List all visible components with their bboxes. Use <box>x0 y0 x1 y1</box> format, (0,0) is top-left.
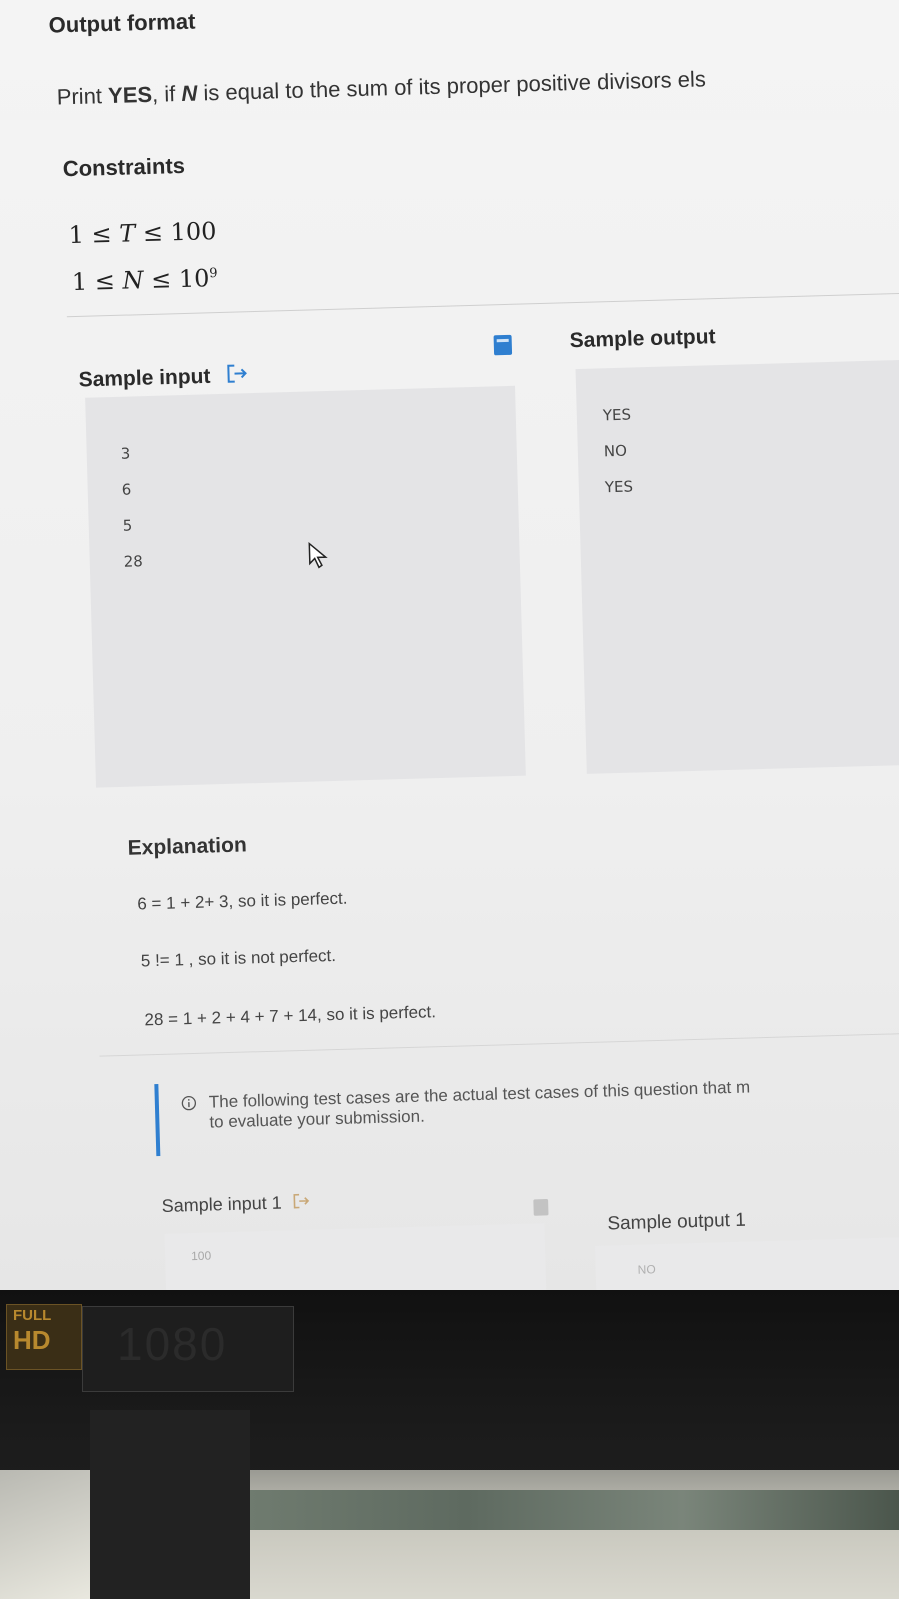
explanation-line-1: 6 = 1 + 2+ 3, so it is perfect. <box>137 888 348 914</box>
explanation-line-2: 5 != 1 , so it is not perfect. <box>140 945 337 971</box>
sample-output-line-2: NO <box>603 441 628 461</box>
constraint-t-right: ≤ 100 <box>134 217 217 248</box>
output-format-text: Print YES, if N is equal to the sum of i… <box>56 66 706 110</box>
sample-input-line-4: 28 <box>123 552 144 571</box>
badge-hd-text: HD <box>13 1325 51 1355</box>
sample-input-line-3: 5 <box>122 516 133 535</box>
info-icon <box>181 1095 198 1116</box>
sample-input-line-2: 6 <box>121 480 132 499</box>
problem-page: Output format Print YES, if N is equal t… <box>0 0 899 1300</box>
resolution-plate: 1080 <box>82 1306 294 1392</box>
sample-output-line-3: YES <box>604 477 634 497</box>
sample-input-title-text: Sample input <box>78 364 211 392</box>
output-format-middle: , if <box>151 80 182 107</box>
output-format-suffix: is equal to the sum of its proper positi… <box>196 66 707 106</box>
sample-output-1-value: NO <box>637 1262 656 1277</box>
constraint-t: 1 ≤ T ≤ 100 <box>68 217 217 249</box>
explanation-heading: Explanation <box>127 833 248 860</box>
constraint-n-var: N <box>122 266 144 295</box>
sample-input-1-value: 100 <box>190 1248 212 1264</box>
notice-accent-bar <box>154 1084 161 1157</box>
constraint-t-left: 1 ≤ <box>68 219 120 250</box>
keyboard-edge <box>250 1490 899 1530</box>
sample-input-1-box: 100 <box>164 1223 547 1300</box>
notice-text: The following test cases are the actual … <box>209 1077 751 1132</box>
export-icon[interactable] <box>226 363 249 390</box>
constraint-n: 1 ≤ N ≤ 109 <box>72 264 219 296</box>
desk-left <box>0 1470 90 1599</box>
constraints-heading: Constraints <box>62 152 186 182</box>
badge-full-text: FULL <box>13 1307 52 1324</box>
sample-input-line-1: 3 <box>120 444 131 463</box>
copy-icon[interactable] <box>532 1197 551 1222</box>
output-format-heading: Output format <box>48 8 196 38</box>
constraint-n-exp: 9 <box>209 266 218 282</box>
sample-output-line-1: YES <box>602 405 632 425</box>
monitor-stand-front <box>90 1410 250 1599</box>
output-format-prefix: Print <box>56 83 109 110</box>
full-hd-logo: FULL HD <box>6 1304 82 1370</box>
explanation-line-3: 28 = 1 + 2 + 4 + 7 + 14, so it is perfec… <box>144 1002 437 1030</box>
resolution-text: 1080 <box>117 1318 228 1370</box>
sample-input-1-title-text: Sample input 1 <box>161 1192 283 1216</box>
section-divider <box>66 291 899 318</box>
sample-input-1-title: Sample input 1 <box>161 1192 311 1218</box>
monitor-screen: Output format Print YES, if N is equal t… <box>0 0 899 1300</box>
sample-output-title: Sample output <box>569 325 716 353</box>
constraint-t-var: T <box>118 219 136 248</box>
sample-input-box: 3 6 5 28 <box>85 385 526 788</box>
constraint-n-left: 1 ≤ <box>71 266 123 297</box>
cursor-icon <box>307 541 330 575</box>
full-hd-badge: FULL HD 1080 <box>0 1300 300 1392</box>
sample-output-box: YES NO YES <box>575 359 899 774</box>
copy-icon[interactable] <box>492 333 515 363</box>
constraint-n-right: ≤ 10 <box>143 264 210 295</box>
export-icon[interactable] <box>293 1193 312 1213</box>
sample-input-title: Sample input <box>78 363 248 394</box>
output-format-yes: YES <box>107 81 153 109</box>
output-format-var: N <box>181 80 198 106</box>
sample-output-1-title: Sample output 1 <box>607 1209 747 1235</box>
explanation-divider <box>99 1031 899 1057</box>
